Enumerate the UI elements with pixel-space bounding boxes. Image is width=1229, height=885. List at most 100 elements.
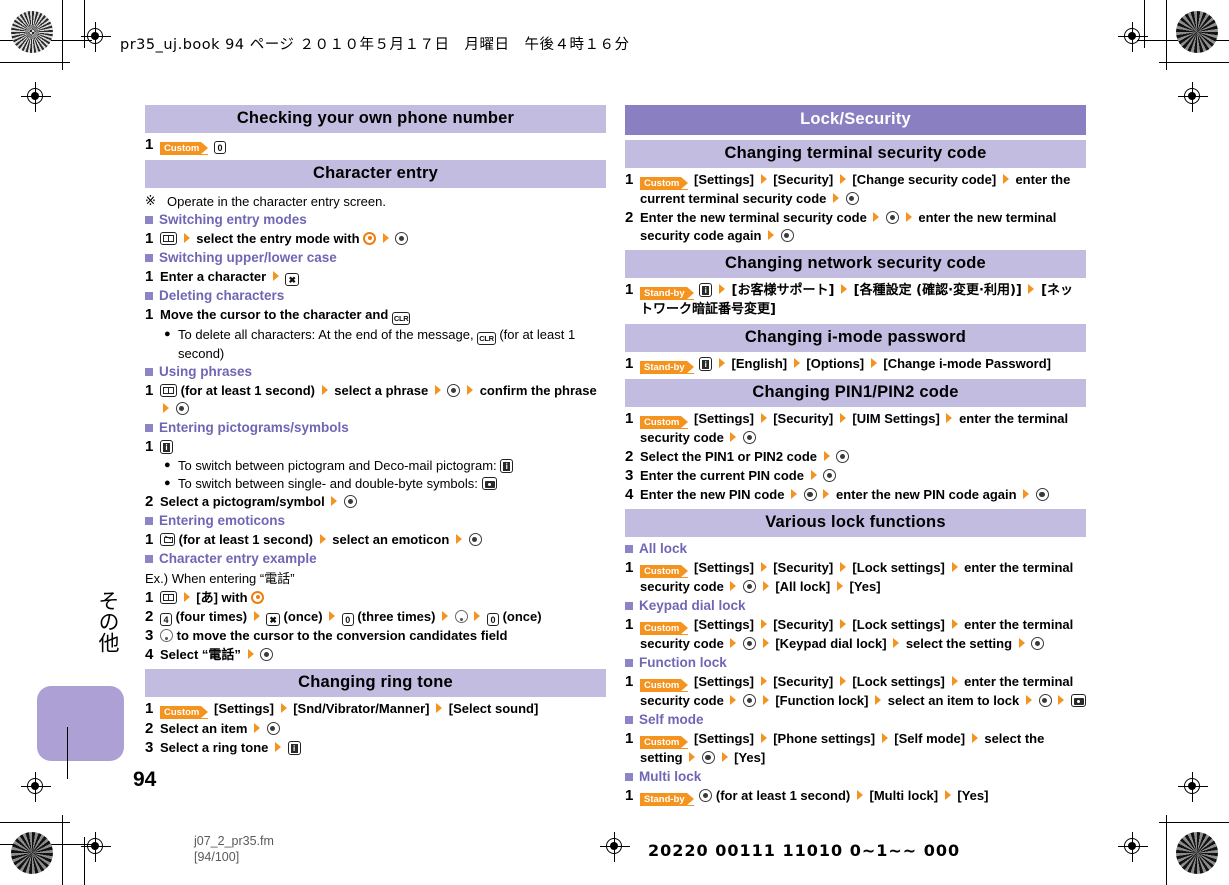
sub-heading: Entering emoticons [145, 512, 606, 530]
arrow-separator-icon [434, 385, 441, 395]
inline-text: [お客様サポート] [731, 283, 835, 298]
inline-text: [Yes] [734, 750, 766, 765]
arrow-separator-icon [762, 638, 769, 648]
star-target-bottom-right [1176, 832, 1218, 874]
inline-text: [Settings] [694, 172, 754, 187]
procedure-step: 1 (for at least 1 second) select a phras… [145, 382, 606, 418]
arrow-separator-icon [823, 451, 830, 461]
arrow-separator-icon [1023, 489, 1030, 499]
step-number: 3 [145, 739, 154, 756]
arrow-separator-icon [768, 230, 775, 240]
footer-file-name: j07_2_pr35.fm [194, 834, 274, 848]
sub-heading-label: Using phrases [159, 364, 253, 379]
sub-heading-label: Multi lock [639, 769, 702, 784]
step-body: Custom [Settings] [Security] [UIM Settin… [640, 410, 1086, 447]
inline-text: [Lock settings] [852, 674, 945, 689]
sub-heading-label: Deleting characters [159, 288, 285, 303]
footer-page-range: [94/100] [194, 850, 240, 864]
arrow-separator-icon [436, 703, 443, 713]
inline-text: select an emoticon [332, 532, 450, 547]
page-number: 94 [133, 768, 157, 791]
step-body: Custom [Settings] [Security] [Lock setti… [640, 616, 1086, 653]
inline-text: Enter the new PIN code [640, 487, 785, 502]
arrow-separator-icon [760, 619, 767, 629]
arrow-separator-icon [1002, 174, 1009, 184]
select-key-icon [266, 722, 280, 735]
step-body: Custom 0 [160, 136, 226, 155]
inline-text: enter the new PIN code again [835, 487, 1017, 502]
crop-line-top-left-h [0, 62, 70, 64]
sub-heading: Self mode [625, 711, 1086, 729]
registration-mark-top-right [1118, 22, 1148, 52]
arrow-separator-icon [1058, 695, 1065, 705]
step-body: Custom [Settings] [Security] [Lock setti… [640, 673, 1086, 710]
section-body-right-2: 1 Stand-by i [English] [Options] [Change … [625, 352, 1086, 374]
step-number: 1 [625, 787, 634, 804]
step-number: 1 [625, 730, 634, 747]
inline-text: [各種設定 (確認·変更·利用)] [853, 283, 1022, 298]
procedure-step: 1 Enter a character ✖ [145, 268, 606, 286]
arrow-separator-icon [833, 193, 840, 203]
square-bullet-icon [145, 254, 153, 262]
crop-line-bottom-left-h [0, 822, 70, 824]
mode-badge: Custom [160, 142, 209, 155]
arrow-separator-icon [951, 676, 958, 686]
procedure-step: 1 (for at least 1 second) select an emot… [145, 531, 606, 549]
select-key-icon [699, 789, 713, 802]
step-number: 2 [145, 608, 154, 625]
select-key-icon [886, 211, 900, 224]
inline-text: [English] [731, 356, 788, 371]
square-bullet-icon [625, 545, 633, 553]
step-body: Enter the new terminal security code ent… [640, 209, 1086, 245]
procedure-step: 3 Enter the current PIN code [625, 467, 1086, 485]
sub-heading: Switching entry modes [145, 211, 606, 229]
square-bullet-icon [145, 368, 153, 376]
sub-heading-label: Self mode [639, 712, 704, 727]
square-bullet-icon [145, 216, 153, 224]
arrow-separator-icon [760, 413, 767, 423]
arrow-separator-icon [272, 271, 279, 281]
arrow-separator-icon [163, 403, 169, 413]
step-number: 1 [145, 306, 154, 323]
arrow-separator-icon [905, 212, 912, 222]
mode-badge: Stand-by [640, 793, 694, 806]
select-key-icon [1035, 488, 1049, 501]
inline-text: [Settings] [694, 411, 754, 426]
arrow-separator-icon [873, 212, 880, 222]
arrow-separator-icon [280, 703, 287, 713]
arrow-separator-icon [382, 233, 389, 243]
step-number: 1 [145, 531, 154, 548]
select-key-icon [803, 488, 817, 501]
mode-badge: Custom [640, 565, 689, 578]
imode-key-icon: i [699, 283, 713, 297]
registration-mark-bottom-center [600, 832, 630, 862]
crop-line-bottom-right-v [1165, 815, 1167, 885]
imode-key-icon: i [500, 459, 514, 473]
sub-heading: Multi lock [625, 768, 1086, 786]
arrow-separator-icon [474, 611, 481, 621]
imode-key-icon: i [287, 741, 301, 755]
square-bullet-icon [625, 659, 633, 667]
registration-mark-top-right-lower [1178, 82, 1208, 112]
step-number: 3 [625, 467, 634, 484]
arrow-separator-icon [730, 695, 737, 705]
mode-badge: Stand-by [640, 287, 694, 300]
arrow-separator-icon [856, 790, 863, 800]
sub-heading-label: Switching upper/lower case [159, 250, 337, 265]
arrow-separator-icon [730, 432, 737, 442]
registration-mark-bottom-left [81, 832, 111, 862]
crop-line-inner-top-left-v [84, 0, 86, 48]
arrow-separator-icon [951, 619, 958, 629]
arrow-separator-icon [793, 358, 800, 368]
inline-text: [Yes] [849, 579, 881, 594]
procedure-step: 4 Enter the new PIN code enter the new PI… [625, 486, 1086, 504]
registration-mark-bottom-right [1118, 832, 1148, 862]
sub-heading-label: Entering pictograms/symbols [159, 420, 349, 435]
step-number: 1 [625, 673, 634, 690]
step-body: Custom [Settings] [Security] [Lock setti… [640, 559, 1086, 596]
inline-text: [Security] [773, 674, 834, 689]
section-header-right-3: Changing PIN1/PIN2 code [625, 379, 1086, 407]
inline-text: to move the cursor to the conversion can… [176, 628, 508, 643]
arrow-separator-icon [329, 611, 336, 621]
arrow-separator-icon [275, 742, 281, 752]
